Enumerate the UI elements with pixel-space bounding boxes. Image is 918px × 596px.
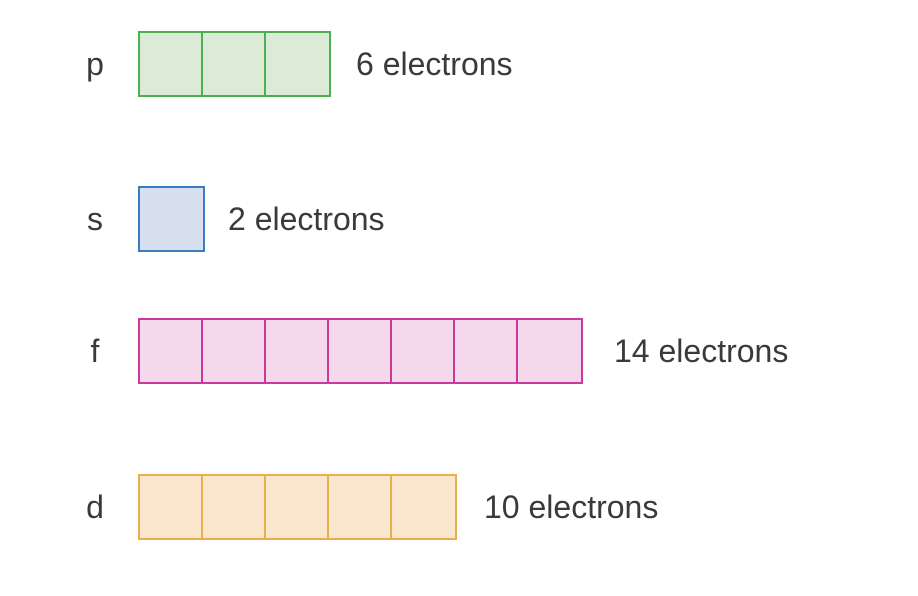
orbital-box: [329, 476, 392, 538]
orbital-row-f: f 14 electrons: [0, 318, 918, 384]
electron-count-f: 14 electrons: [614, 333, 789, 369]
orbital-row-s: s 2 electrons: [0, 186, 918, 252]
orbital-box: [392, 476, 455, 538]
orbital-box: [140, 188, 203, 250]
orbital-box: [455, 320, 518, 382]
orbital-box: [203, 320, 266, 382]
orbital-box: [329, 320, 392, 382]
electron-count-p: 6 electrons: [356, 46, 513, 82]
orbital-boxes-p: [138, 31, 331, 97]
orbital-box: [203, 33, 266, 95]
orbital-box: [518, 320, 581, 382]
orbital-label-d: d: [86, 489, 104, 525]
orbital-box: [266, 320, 329, 382]
orbital-box: [203, 476, 266, 538]
orbital-box: [266, 33, 329, 95]
orbital-box: [140, 33, 203, 95]
orbital-label-s: s: [87, 201, 103, 237]
orbital-box: [392, 320, 455, 382]
orbital-label-f: f: [90, 333, 100, 369]
orbital-row-d: d 10 electrons: [0, 474, 918, 540]
orbital-box: [266, 476, 329, 538]
orbital-boxes-s: [138, 186, 205, 252]
orbital-row-p: p 6 electrons: [0, 31, 918, 97]
orbital-label-p: p: [86, 46, 104, 82]
orbital-boxes-d: [138, 474, 457, 540]
orbital-boxes-f: [138, 318, 583, 384]
orbital-box: [140, 476, 203, 538]
electron-count-s: 2 electrons: [228, 201, 385, 237]
orbital-box: [140, 320, 203, 382]
electron-count-d: 10 electrons: [484, 489, 659, 525]
